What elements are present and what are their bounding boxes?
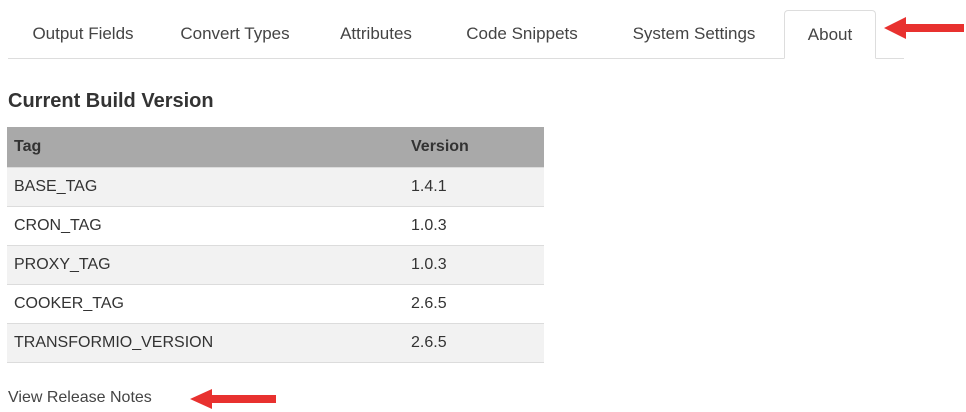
column-header-tag: Tag — [7, 127, 404, 167]
table-header-row: Tag Version — [7, 127, 544, 167]
view-release-notes-link[interactable]: View Release Notes — [8, 389, 152, 407]
tab-attributes[interactable]: Attributes — [312, 10, 440, 58]
tag-cell: TRANSFORMIO_VERSION — [7, 322, 404, 363]
version-cell: 2.6.5 — [404, 283, 544, 323]
section-title: Current Build Version — [8, 90, 214, 112]
version-cell: 1.0.3 — [404, 244, 544, 284]
tab-system-settings[interactable]: System Settings — [604, 10, 784, 58]
left-arrow-annotation-icon — [190, 389, 276, 409]
right-arrow-annotation-icon — [884, 17, 964, 39]
tab-label: Code Snippets — [466, 24, 578, 43]
tag-cell: CRON_TAG — [7, 205, 404, 245]
version-cell: 2.6.5 — [404, 322, 544, 363]
tab-about[interactable]: About — [784, 10, 876, 59]
build-version-table: Tag Version BASE_TAG 1.4.1 CRON_TAG 1.0.… — [7, 127, 544, 363]
tab-convert-types[interactable]: Convert Types — [158, 10, 312, 58]
table-row: PROXY_TAG 1.0.3 — [7, 244, 544, 284]
tab-label: Output Fields — [32, 24, 134, 43]
tag-cell: BASE_TAG — [7, 166, 404, 206]
table-row: TRANSFORMIO_VERSION 2.6.5 — [7, 322, 544, 363]
table-row: COOKER_TAG 2.6.5 — [7, 283, 544, 323]
tab-output-fields[interactable]: Output Fields — [8, 10, 158, 58]
version-cell: 1.4.1 — [404, 166, 544, 206]
tag-cell: COOKER_TAG — [7, 283, 404, 323]
column-header-version: Version — [404, 127, 544, 167]
tab-label: About — [807, 24, 853, 44]
tab-bar: Output Fields Convert Types Attributes C… — [8, 10, 904, 59]
tag-cell: PROXY_TAG — [7, 244, 404, 284]
table-row: BASE_TAG 1.4.1 — [7, 166, 544, 206]
tab-code-snippets[interactable]: Code Snippets — [440, 10, 604, 58]
tab-label: Convert Types — [180, 24, 290, 43]
tab-label: System Settings — [632, 24, 756, 43]
tab-label: Attributes — [340, 24, 412, 43]
version-cell: 1.0.3 — [404, 205, 544, 245]
table-row: CRON_TAG 1.0.3 — [7, 205, 544, 245]
